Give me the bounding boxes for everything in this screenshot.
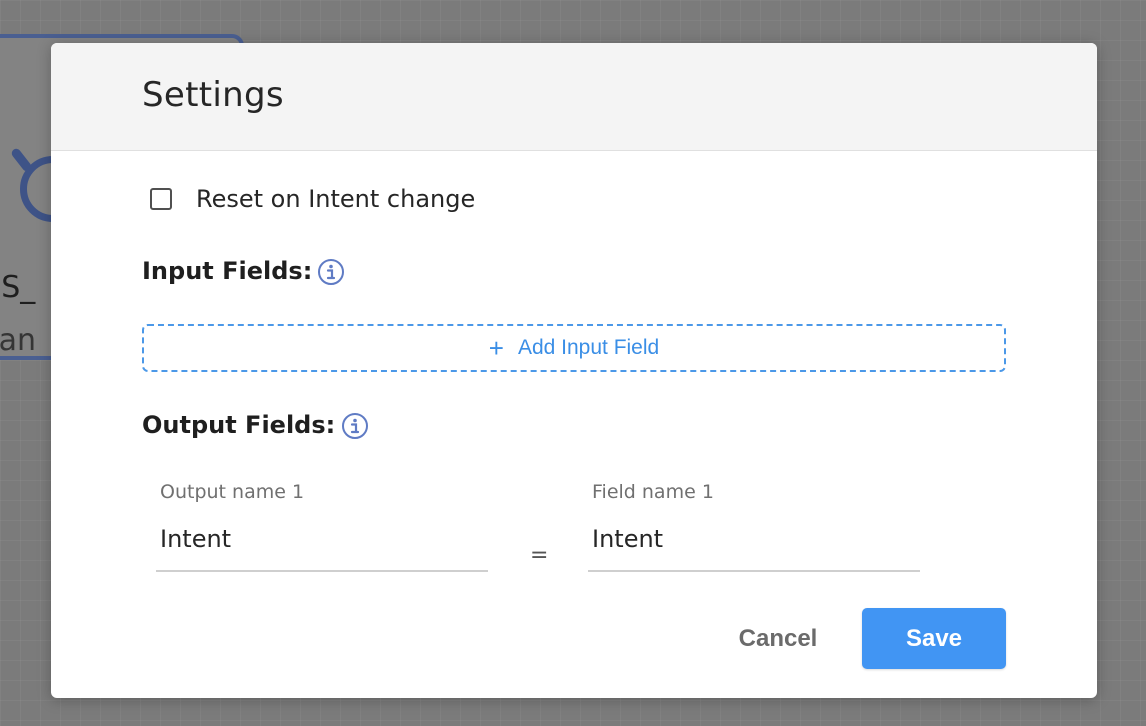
reset-on-intent-change-row[interactable]: Reset on Intent change [150, 184, 475, 214]
cancel-button[interactable]: Cancel [721, 609, 835, 669]
settings-modal: Settings Reset on Intent change Input Fi… [51, 43, 1097, 698]
field-name-input[interactable] [592, 521, 912, 557]
modal-title: Settings [142, 75, 284, 115]
input-fields-label: Input Fields: [142, 257, 313, 285]
output-name-label: Output name 1 [160, 481, 305, 503]
output-name-field[interactable]: Output name 1 [156, 477, 488, 572]
reset-on-intent-change-label[interactable]: Reset on Intent change [196, 185, 475, 213]
output-fields-info-icon[interactable] [341, 412, 369, 440]
input-fields-info-icon[interactable] [317, 258, 345, 286]
field-name-label: Field name 1 [592, 481, 714, 503]
mapping-equals-sign: = [530, 543, 549, 568]
field-name-field[interactable]: Field name 1 [588, 477, 920, 572]
reset-on-intent-change-checkbox[interactable] [150, 188, 172, 210]
node-title: GS_ [0, 270, 36, 305]
save-button[interactable]: Save [862, 608, 1006, 669]
output-fields-label: Output Fields: [142, 411, 336, 439]
add-input-field-button[interactable]: + Add Input Field [142, 324, 1006, 372]
node-subtitle: Ban [0, 323, 36, 358]
add-input-field-label: Add Input Field [517, 336, 660, 359]
modal-header: Settings [51, 43, 1097, 151]
plus-icon: + [488, 333, 504, 363]
output-name-input[interactable] [160, 521, 480, 557]
